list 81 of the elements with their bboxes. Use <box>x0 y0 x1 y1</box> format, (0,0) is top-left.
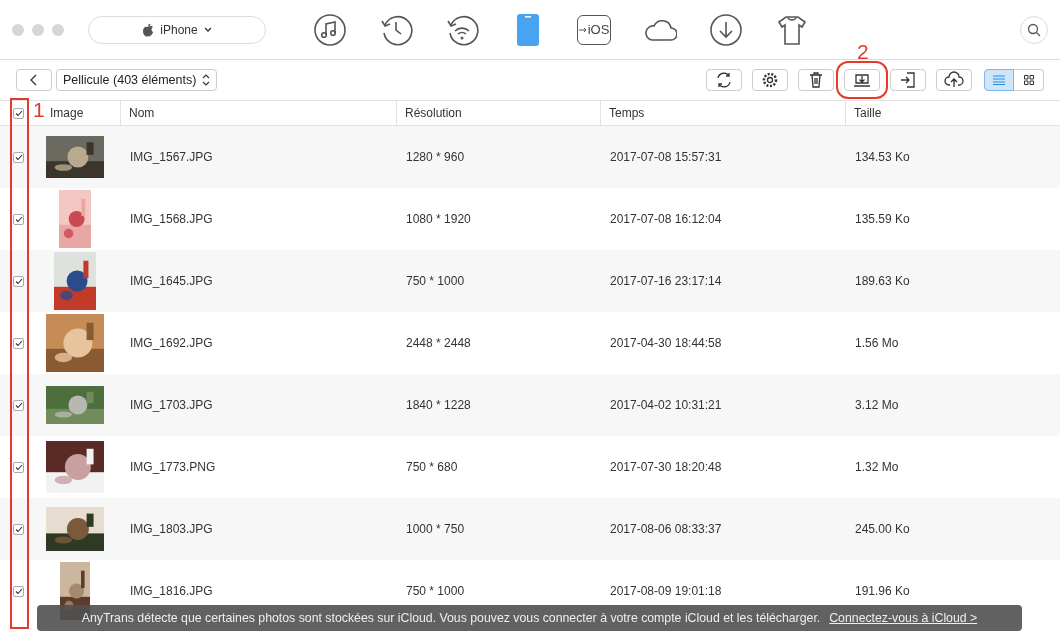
icloud-notice-text: AnyTrans détecte que certaines photos sont stockées sur iCloud. Vous pouvez vous connecter à votre compte iCloud et les télécharger. <box>81 611 821 625</box>
column-header[interactable]: Nom <box>129 106 155 120</box>
chevron-down-icon <box>203 27 212 32</box>
table-cell-text: IMG_1568.JPG <box>129 212 214 226</box>
table-cell-text: 2017-07-30 18:20:48 <box>609 460 723 474</box>
checkbox[interactable] <box>13 107 24 119</box>
apple-icon <box>142 22 155 37</box>
checkmark-icon <box>14 587 23 595</box>
table-cell-text: 1080 * 1920 <box>405 212 472 226</box>
import-icon <box>898 70 918 90</box>
delete-button[interactable] <box>798 69 834 91</box>
album-selector[interactable]: Pellicule (403 éléments) <box>56 69 218 91</box>
checkmark-icon <box>14 153 23 161</box>
checkmark-icon <box>14 463 23 471</box>
checkbox[interactable] <box>13 523 24 535</box>
table-cell-text: IMG_1645.JPG <box>129 274 214 288</box>
table-cell-text: 3.12 Mo <box>854 398 900 412</box>
table-cell-text: 135.59 Ko <box>854 212 911 226</box>
table-cell-text: 2448 * 2448 <box>405 336 472 350</box>
column-header[interactable]: Résolution <box>405 106 462 120</box>
annotation-number: 2 <box>857 40 869 64</box>
settings-icon <box>760 70 780 90</box>
table-cell-text: 2017-08-06 08:33:37 <box>609 522 723 536</box>
chevron-left-icon <box>30 74 38 86</box>
table-cell-text: 245.00 Ko <box>854 522 911 536</box>
checkmark-icon <box>14 277 23 285</box>
arrow-right-icon <box>578 26 587 33</box>
annotation-number: 1 <box>33 99 45 121</box>
checkbox[interactable] <box>13 399 24 411</box>
table-cell-text: 1.32 Mo <box>854 460 900 474</box>
table-cell-text: 134.53 Ko <box>854 150 911 164</box>
checkmark-icon <box>14 401 23 409</box>
checkbox[interactable] <box>13 275 24 287</box>
table-cell-text: IMG_1703.JPG <box>129 398 214 412</box>
grid-icon <box>1023 75 1034 85</box>
upload-icon <box>944 70 964 90</box>
icloud-login-link[interactable]: Connectez-vous à iCloud > <box>829 611 978 625</box>
settings-button[interactable] <box>752 69 788 91</box>
table-cell-text: IMG_1567.JPG <box>129 150 214 164</box>
table-cell-text: 1.56 Mo <box>854 336 900 350</box>
music-note-icon[interactable] <box>313 12 347 47</box>
up-down-arrows-icon <box>202 74 211 86</box>
table-cell-text: IMG_1773.PNG <box>129 460 217 474</box>
table-cell-text: 1000 * 750 <box>405 522 466 536</box>
refresh-button[interactable] <box>706 69 742 91</box>
table-cell-text: 2017-07-16 23:17:14 <box>609 274 723 288</box>
table-cell-text: 1840 * 1228 <box>405 398 472 412</box>
table-cell-text: 2017-04-30 18:44:58 <box>609 336 723 350</box>
table-cell-text: 750 * 680 <box>405 460 459 474</box>
import-button[interactable] <box>890 69 926 91</box>
table-cell-text: 2017-08-09 19:01:18 <box>609 584 723 598</box>
column-header[interactable]: Temps <box>609 106 645 120</box>
table-cell-text: 2017-07-08 16:12:04 <box>609 212 723 226</box>
device-selector[interactable]: iPhone <box>88 15 266 44</box>
table-cell-text: 1280 * 960 <box>405 150 466 164</box>
checkbox[interactable] <box>13 337 24 349</box>
table-cell-text: 750 * 1000 <box>405 274 466 288</box>
table-cell-text: 191.96 Ko <box>854 584 911 598</box>
table-cell-text: 189.63 Ko <box>854 274 911 288</box>
table-cell-text: IMG_1692.JPG <box>129 336 214 350</box>
column-header[interactable]: Taille <box>854 106 882 120</box>
grid-view-button[interactable] <box>1014 69 1044 91</box>
upload-button[interactable] <box>936 69 972 91</box>
table-cell-text: 750 * 1000 <box>405 584 466 598</box>
table-cell-text: 2017-04-02 10:31:21 <box>609 398 723 412</box>
table-cell-text: 2017-07-08 15:57:31 <box>609 150 723 164</box>
search-icon <box>1027 22 1041 37</box>
download-icon[interactable] <box>709 12 743 47</box>
ios-transfer-button[interactable]: iOS <box>577 14 611 45</box>
checkbox[interactable] <box>13 585 24 597</box>
checkmark-icon <box>14 109 23 117</box>
list-icon <box>993 75 1005 85</box>
checkmark-icon <box>14 215 23 223</box>
table-cell-text: IMG_1803.JPG <box>129 522 214 536</box>
checkbox[interactable] <box>13 213 24 225</box>
checkmark-icon <box>14 525 23 533</box>
column-header[interactable]: Image <box>50 106 84 120</box>
checkbox[interactable] <box>13 151 24 163</box>
checkmark-icon <box>14 339 23 347</box>
table-cell-text: IMG_1816.JPG <box>129 584 214 598</box>
checkbox[interactable] <box>13 461 24 473</box>
